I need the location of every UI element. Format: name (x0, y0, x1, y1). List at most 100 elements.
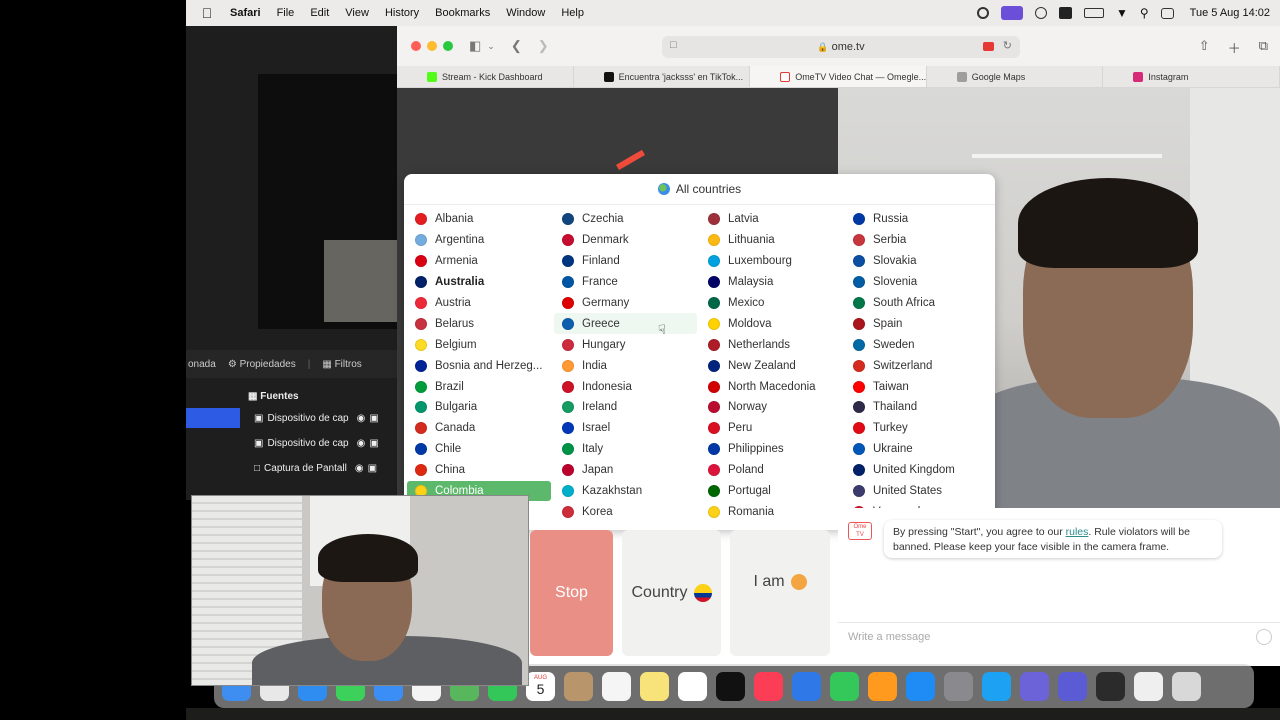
stop-button[interactable]: Stop (530, 530, 613, 656)
country-option[interactable]: Finland (554, 251, 697, 272)
country-option[interactable]: Slovakia (845, 251, 989, 272)
country-option[interactable]: United States (845, 481, 989, 502)
files-icon[interactable] (1134, 671, 1163, 701)
notes-icon[interactable] (640, 671, 669, 701)
menu-clock[interactable]: Tue 5 Aug 14:02 (1190, 7, 1270, 19)
obs-source-item[interactable]: □ Captura de Pantall ◉ ▣ (186, 456, 398, 481)
menu-history[interactable]: History (377, 7, 427, 19)
numbers-icon[interactable] (830, 671, 859, 701)
country-option[interactable]: Japan (554, 460, 697, 481)
menu-file[interactable]: File (269, 7, 303, 19)
country-option[interactable]: Denmark (554, 230, 697, 251)
emoji-picker-icon[interactable] (1256, 629, 1272, 645)
country-option[interactable]: Sweden (845, 334, 989, 355)
input-source-icon[interactable] (1058, 7, 1072, 19)
chevron-down-icon[interactable]: ⌄ (487, 41, 495, 52)
share-icon[interactable]: ⇧ (1199, 38, 1210, 57)
search-icon[interactable]: ⚲ (1140, 6, 1149, 20)
lock-icon[interactable]: ▣ (368, 463, 377, 474)
country-option[interactable]: Malaysia (700, 272, 842, 293)
country-option[interactable]: Mexico (700, 293, 842, 314)
trash-icon[interactable] (1172, 671, 1201, 701)
lock-icon[interactable]: ▣ (369, 438, 378, 449)
wifi-icon[interactable]: ▼ (1116, 6, 1128, 20)
country-option[interactable]: Argentina (407, 230, 551, 251)
country-option[interactable]: Luxembourg (700, 251, 842, 272)
close-window-button[interactable] (411, 41, 421, 51)
menu-help[interactable]: Help (553, 7, 592, 19)
country-option[interactable]: Italy (554, 439, 697, 460)
teams-icon[interactable] (1020, 671, 1049, 701)
country-option[interactable]: Philippines (700, 439, 842, 460)
country-option[interactable]: Czechia (554, 209, 697, 230)
country-option[interactable]: Norway (700, 397, 842, 418)
calendar-icon[interactable]: AUG 5 (526, 671, 555, 701)
keynote-icon[interactable] (792, 671, 821, 701)
freeform-icon[interactable] (678, 671, 707, 701)
country-option[interactable]: Thailand (845, 397, 989, 418)
country-option[interactable]: Switzerland (845, 355, 989, 376)
country-option[interactable]: Austria (407, 293, 551, 314)
country-option[interactable]: Bulgaria (407, 397, 551, 418)
pages-icon[interactable] (868, 671, 897, 701)
eye-icon[interactable]: ◉ (357, 438, 366, 449)
url-text[interactable]: ome.tv (832, 41, 865, 53)
new-tab-icon[interactable]: ＋ (1228, 38, 1241, 57)
country-option[interactable]: Brazil (407, 376, 551, 397)
eye-icon[interactable]: ◉ (355, 463, 364, 474)
country-option[interactable]: Ireland (554, 397, 697, 418)
country-option[interactable]: Portugal (700, 481, 842, 502)
lock-icon[interactable]: ▣ (369, 413, 378, 424)
forward-button[interactable]: ❯ (538, 38, 549, 54)
country-option[interactable]: United Kingdom (845, 460, 989, 481)
country-option[interactable]: Indonesia (554, 376, 697, 397)
country-option[interactable]: Serbia (845, 230, 989, 251)
music-icon[interactable] (754, 671, 783, 701)
country-option[interactable]: Lithuania (700, 230, 842, 251)
country-option[interactable]: Latvia (700, 209, 842, 230)
twitter-icon[interactable] (982, 671, 1011, 701)
country-option[interactable]: Albania (407, 209, 551, 230)
country-option[interactable]: Chile (407, 439, 551, 460)
country-option[interactable]: Russia (845, 209, 989, 230)
country-option[interactable]: New Zealand (700, 355, 842, 376)
camera-recording-icon[interactable] (983, 42, 994, 51)
country-option[interactable]: Israel (554, 418, 697, 439)
tab-instagram[interactable]: Instagram (1103, 66, 1280, 87)
tab-tiktok[interactable]: Encuentra 'jacksss' en TikTok... (574, 66, 751, 87)
country-option[interactable]: China (407, 460, 551, 481)
country-option[interactable]: Kazakhstan (554, 481, 697, 502)
tab-overview-icon[interactable]: ⧉ (1259, 38, 1268, 57)
country-option[interactable]: Slovenia (845, 272, 989, 293)
sidebar-toggle-icon[interactable]: ◧ (469, 38, 481, 54)
country-option[interactable]: Australia (407, 272, 551, 293)
contacts-icon[interactable] (564, 671, 593, 701)
menu-view[interactable]: View (337, 7, 377, 19)
menu-edit[interactable]: Edit (302, 7, 337, 19)
system-settings-icon[interactable] (944, 671, 973, 701)
tab-kick[interactable]: Stream - Kick Dashboard (397, 66, 574, 87)
country-button[interactable]: Country (622, 530, 721, 656)
reload-icon[interactable]: ↻ (1003, 39, 1012, 52)
tab-google-maps[interactable]: Google Maps (927, 66, 1104, 87)
country-option[interactable]: Romania (700, 501, 842, 522)
country-option[interactable]: Moldova (700, 313, 842, 334)
app-store-icon[interactable] (906, 671, 935, 701)
obs-status-icon[interactable] (976, 7, 989, 19)
menu-window[interactable]: Window (498, 7, 553, 19)
obs-selected-scene[interactable] (186, 408, 240, 428)
country-option[interactable]: Turkey (845, 418, 989, 439)
zoom-window-button[interactable] (443, 41, 453, 51)
control-center-icon[interactable] (1160, 7, 1174, 19)
country-option[interactable]: North Macedonia (700, 376, 842, 397)
country-option[interactable]: Peru (700, 418, 842, 439)
message-input[interactable]: Write a message (838, 622, 1280, 650)
country-option[interactable]: France (554, 272, 697, 293)
country-option[interactable]: South Africa (845, 293, 989, 314)
address-bar[interactable]: □ 🔒 ome.tv ↻ (662, 36, 1020, 58)
country-option[interactable]: Belarus (407, 313, 551, 334)
tab-ometv[interactable]: OmeTV Video Chat — Omegle...▮ (750, 66, 927, 87)
country-option[interactable]: Canada (407, 418, 551, 439)
country-option[interactable]: Bosnia and Herzeg... (407, 355, 551, 376)
obs-icon[interactable] (1096, 671, 1125, 701)
